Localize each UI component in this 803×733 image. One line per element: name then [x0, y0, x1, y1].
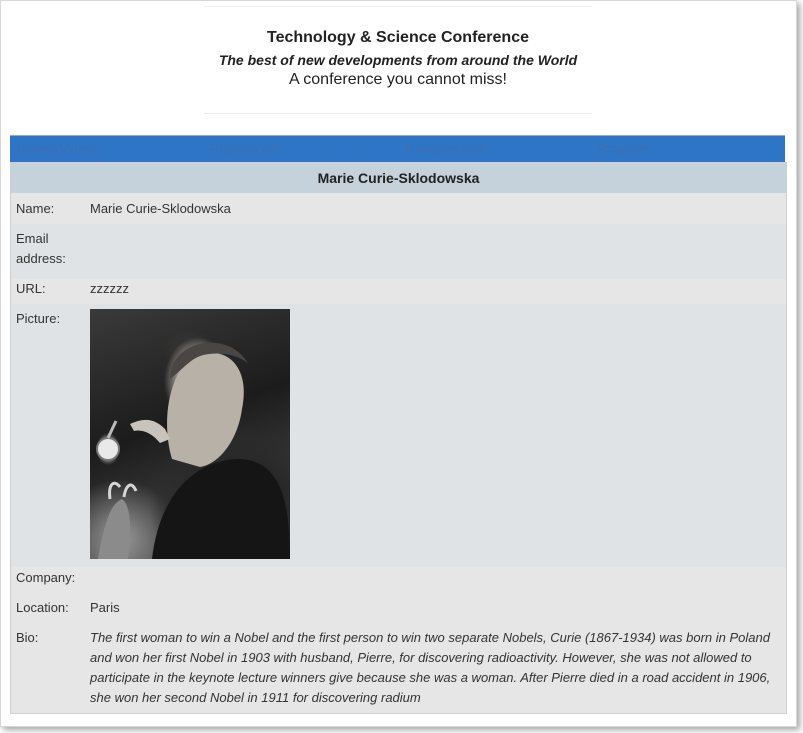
company-row: Company: [11, 568, 786, 588]
nav-transportation[interactable]: Transportation [398, 136, 592, 162]
url-row: URL: zzzzzz [11, 279, 786, 299]
picture-row: Picture: [11, 304, 786, 567]
email-row: Email address: [11, 224, 786, 279]
location-row: Location: Paris [11, 598, 786, 618]
url-value[interactable]: zzzzzz [90, 279, 786, 299]
speaker-name-heading: Marie Curie-Sklodowska [11, 163, 786, 193]
name-label: Name: [16, 201, 55, 216]
picture-value [90, 309, 786, 567]
company-label: Company: [16, 570, 76, 585]
site-title: Technology & Science Conference [267, 29, 529, 46]
name-row: Name: Marie Curie-Sklodowska [11, 199, 786, 219]
main-nav: Home&Videos Registration Transportation … [10, 135, 785, 162]
email-value[interactable] [90, 229, 786, 279]
nav-home-videos[interactable]: Home&Videos [10, 136, 204, 162]
site-header: Technology & Science Conference The best… [204, 6, 592, 114]
location-label: Location: [16, 600, 69, 615]
site-subtitle: A conference you cannot miss! [289, 71, 507, 88]
picture-label: Picture: [16, 311, 61, 326]
nav-program[interactable]: Program [591, 136, 785, 162]
page-frame: Technology & Science Conference The best… [0, 0, 797, 727]
company-value [90, 568, 786, 588]
site-tagline: The best of new developments from around… [218, 52, 578, 68]
speaker-photo [90, 309, 290, 559]
speaker-card: Marie Curie-Sklodowska Name: Marie Curie… [10, 162, 787, 714]
bio-value: The first woman to win a Nobel and the f… [90, 630, 771, 705]
email-label: Email address: [16, 231, 66, 266]
url-label: URL: [16, 281, 46, 296]
location-value: Paris [90, 600, 120, 615]
nav-registration[interactable]: Registration [204, 136, 398, 162]
bio-label: Bio: [16, 630, 39, 645]
bio-row: Bio: The first woman to win a Nobel and … [11, 628, 786, 708]
photo-illustration [96, 342, 290, 559]
name-value: Marie Curie-Sklodowska [90, 201, 231, 216]
